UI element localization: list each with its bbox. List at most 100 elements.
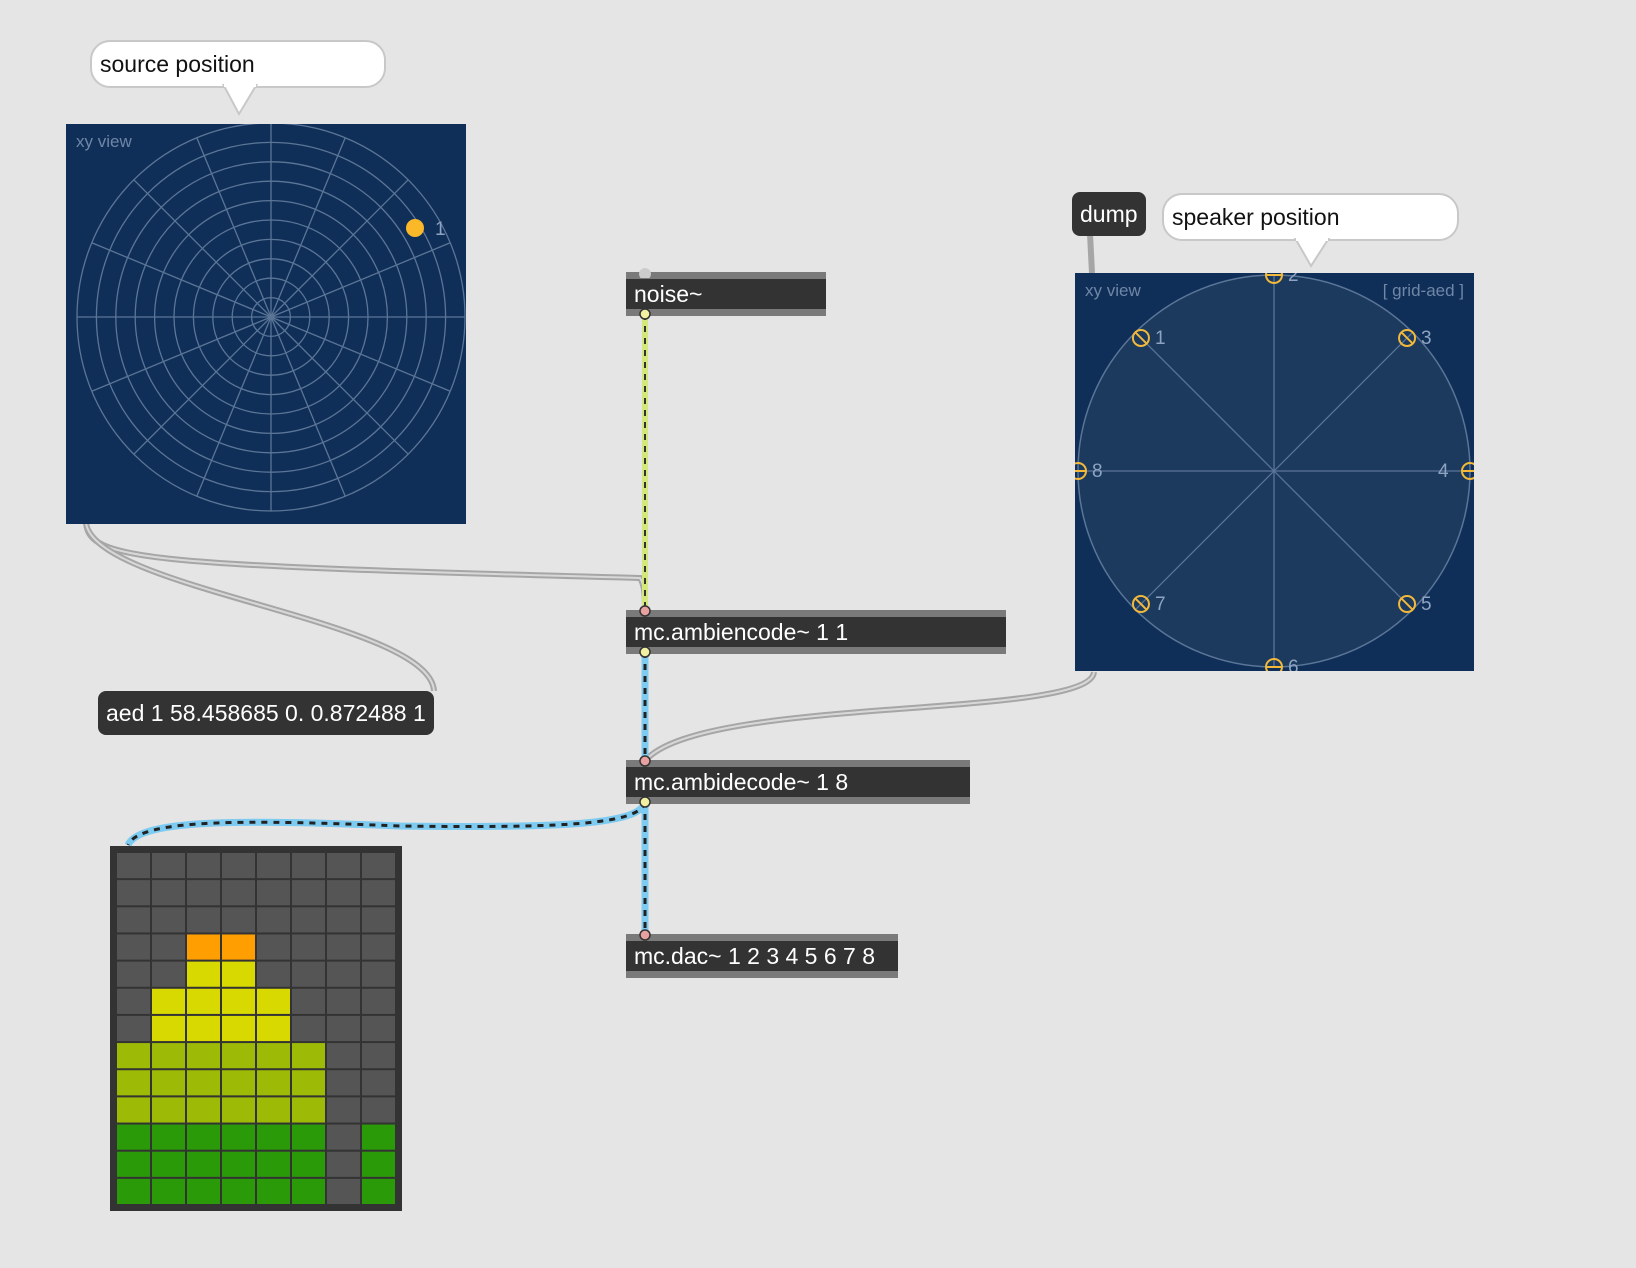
meter-cell (117, 934, 150, 960)
meter-cell (292, 988, 325, 1014)
ambidecode-object-text: mc.ambidecode~ 1 8 (634, 769, 849, 795)
meter-cell (362, 1097, 395, 1123)
meter-cell (117, 1070, 150, 1096)
meter-cell (117, 880, 150, 906)
meter-cell (292, 880, 325, 906)
meter-cell (292, 1151, 325, 1177)
speaker-xy-view[interactable]: 1 2 3 4 5 6 7 8 xy view [ grid-aed ] (1075, 273, 1474, 671)
meter-cell (222, 1043, 255, 1069)
meter-cell (257, 1178, 290, 1204)
meter-cell (222, 1015, 255, 1042)
meter-cell (257, 907, 290, 933)
patch-canvas: source position 1 xy view dump speaker p… (0, 0, 1636, 1268)
meter-cell (292, 961, 325, 987)
meter-cell (222, 988, 255, 1014)
meter-cell (327, 1178, 360, 1204)
meter-cell (222, 1070, 255, 1096)
meter-cell (187, 853, 220, 879)
meter-cell (152, 988, 185, 1014)
meter-cell (117, 961, 150, 987)
meter-cell (187, 907, 220, 933)
meter-cell (292, 1015, 325, 1042)
level-meter (110, 846, 402, 1211)
meter-cell (152, 1178, 185, 1204)
meter-cell (292, 907, 325, 933)
ambiencode-object[interactable]: mc.ambiencode~ 1 1 (626, 610, 1006, 654)
level-meter-cells (117, 853, 395, 1204)
source-dot-label: 1 (435, 219, 446, 240)
meter-cell (222, 853, 255, 879)
meter-cell (187, 1070, 220, 1096)
meter-cell (152, 1015, 185, 1042)
meter-cell (362, 853, 395, 879)
noise-object[interactable]: noise~ (626, 272, 826, 316)
speaker-label-5: 5 (1421, 594, 1432, 615)
meter-cell (292, 1178, 325, 1204)
meter-cell (362, 1070, 395, 1096)
dac-object-text: mc.dac~ 1 2 3 4 5 6 7 8 (634, 943, 876, 969)
comment-speaker-position-text: speaker position (1172, 204, 1340, 230)
speaker-layout: 1 2 3 4 5 6 7 8 (1075, 273, 1474, 671)
aed-message[interactable]: aed 1 58.458685 0. 0.872488 1 (98, 691, 434, 735)
source-xy-view[interactable]: 1 xy view (66, 124, 466, 524)
meter-cell (117, 1043, 150, 1069)
meter-cell (257, 1070, 290, 1096)
meter-cell (257, 988, 290, 1014)
ambidecode-object[interactable]: mc.ambidecode~ 1 8 (626, 760, 970, 804)
meter-cell (292, 934, 325, 960)
meter-cell (187, 1097, 220, 1123)
meter-cell (222, 907, 255, 933)
meter-cell (187, 988, 220, 1014)
meter-cell (187, 1124, 220, 1150)
meter-cell (362, 1151, 395, 1177)
source-dot (406, 219, 424, 237)
meter-cell (117, 1097, 150, 1123)
cord-dump-to-speakers (1087, 233, 1095, 274)
meter-cell (327, 880, 360, 906)
meter-cell (362, 961, 395, 987)
meter-cell (292, 1070, 325, 1096)
dac-object[interactable]: mc.dac~ 1 2 3 4 5 6 7 8 (626, 934, 898, 978)
meter-cell (152, 1097, 185, 1123)
meter-cell (257, 880, 290, 906)
meter-cell (327, 1124, 360, 1150)
meter-cell (222, 1151, 255, 1177)
meter-cell (292, 1124, 325, 1150)
speaker-label-8: 8 (1092, 461, 1103, 482)
meter-cell (257, 961, 290, 987)
meter-cell (222, 1097, 255, 1123)
meter-cell (362, 1178, 395, 1204)
meter-cell (327, 853, 360, 879)
meter-cell (292, 1043, 325, 1069)
speaker-view-mode-label: [ grid-aed ] (1382, 281, 1464, 300)
meter-cell (327, 1015, 360, 1042)
meter-cell (327, 1070, 360, 1096)
meter-cell (117, 1124, 150, 1150)
meter-cell (257, 1015, 290, 1042)
speaker-label-1: 1 (1155, 328, 1166, 349)
meter-cell (187, 961, 220, 987)
comment-source-position: source position (90, 40, 386, 88)
meter-cell (362, 880, 395, 906)
meter-cell (187, 1015, 220, 1042)
meter-cell (292, 1097, 325, 1123)
dump-message[interactable]: dump (1072, 192, 1146, 236)
meter-cell (222, 1178, 255, 1204)
meter-cell (117, 907, 150, 933)
ambiencode-object-text: mc.ambiencode~ 1 1 (634, 619, 849, 645)
meter-cell (362, 1043, 395, 1069)
meter-cell (152, 1124, 185, 1150)
speaker-label-6: 6 (1288, 657, 1299, 671)
meter-cell (152, 880, 185, 906)
meter-cell (327, 907, 360, 933)
meter-cell (152, 853, 185, 879)
meter-cell (152, 907, 185, 933)
meter-cell (222, 1124, 255, 1150)
meter-cell (362, 1124, 395, 1150)
meter-cell (327, 1043, 360, 1069)
meter-cell (257, 934, 290, 960)
meter-cell (327, 934, 360, 960)
meter-cell (187, 1151, 220, 1177)
meter-cell (117, 1015, 150, 1042)
meter-cell (257, 1124, 290, 1150)
